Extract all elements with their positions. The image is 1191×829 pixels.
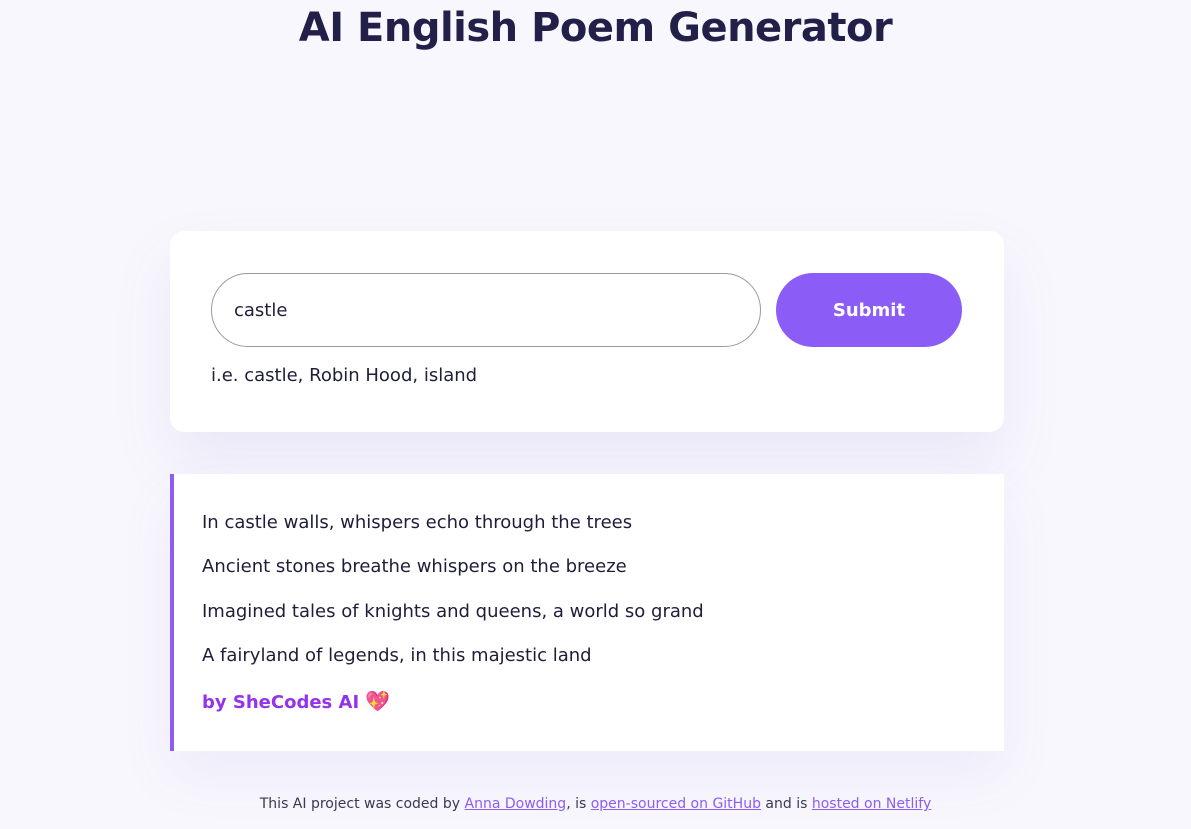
signature-text: by SheCodes AI	[202, 692, 360, 713]
footer: This AI project was coded by Anna Dowdin…	[0, 796, 1191, 812]
poem-signature: by SheCodes AI 💖	[202, 689, 390, 713]
footer-text: This AI project was coded by	[259, 796, 465, 812]
footer-text: , is	[566, 796, 591, 812]
input-hint: i.e. castle, Robin Hood, island	[211, 365, 478, 386]
github-link[interactable]: open-sourced on GitHub	[591, 796, 761, 812]
poem-line: Ancient stones breathe whispers on the b…	[202, 556, 627, 577]
footer-text: and is	[760, 796, 812, 812]
poem-line: In castle walls, whispers echo through t…	[202, 512, 633, 533]
poem-line: Imagined tales of knights and queens, a …	[202, 601, 704, 622]
page-title: AI English Poem Generator	[298, 5, 893, 51]
netlify-link[interactable]: hosted on Netlify	[812, 796, 931, 812]
author-link[interactable]: Anna Dowding	[465, 796, 567, 812]
poem-card: In castle walls, whispers echo through t…	[170, 474, 1004, 751]
sparkling-heart-icon: 💖	[365, 689, 391, 713]
search-form-card: Submit i.e. castle, Robin Hood, island	[170, 231, 1004, 432]
poem-line: A fairyland of legends, in this majestic…	[202, 645, 592, 666]
search-input[interactable]	[211, 273, 761, 347]
submit-button[interactable]: Submit	[776, 273, 962, 347]
